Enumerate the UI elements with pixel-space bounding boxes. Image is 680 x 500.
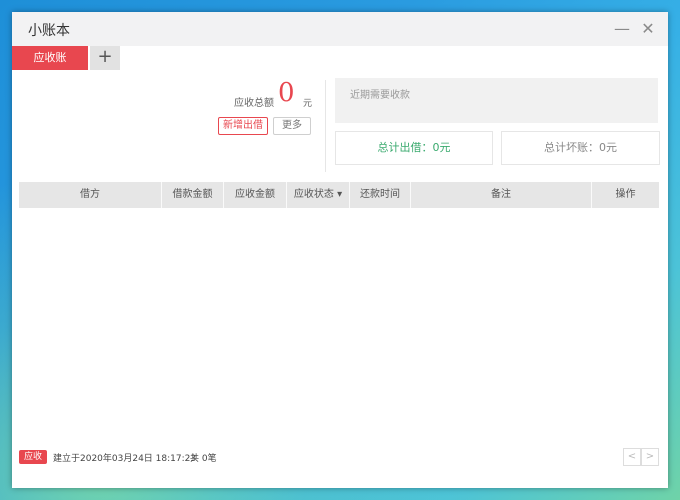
app-window: 小账本 — ✕ 应收账 + 应收总额 0 元 新增出借 更多 近期需要收款 总计… (12, 12, 668, 488)
divider (325, 80, 326, 172)
created-timestamp: 建立于2020年03月24日 18:17:23 (53, 454, 197, 464)
column-header-notes[interactable]: 备注 (411, 182, 592, 208)
record-count: 共 0笔 (190, 454, 217, 464)
minimize-icon[interactable]: — (611, 18, 633, 40)
add-tab-icon[interactable]: + (90, 46, 120, 70)
table-body (19, 208, 659, 446)
currency-unit: 元 (303, 99, 313, 109)
total-receivable-value: 0 (278, 78, 295, 108)
tab-bar: 应收账 + (12, 46, 668, 70)
column-header-borrower[interactable]: 借方 (19, 182, 162, 208)
more-button[interactable]: 更多 (273, 117, 311, 135)
total-receivable-label: 应收总额 (234, 98, 274, 109)
total-bad-debt-box: 总计坏账：0元 (501, 131, 660, 165)
window-title: 小账本 (28, 23, 70, 39)
column-header-receivable-amount[interactable]: 应收金额 (224, 182, 287, 208)
column-header-status[interactable]: 应收状态 ▾ (287, 182, 350, 208)
table-header: 借方 借款金额 应收金额 应收状态 ▾ 还款时间 备注 操作 (19, 182, 659, 208)
next-page-button[interactable]: > (641, 448, 659, 466)
prev-page-button[interactable]: < (623, 448, 641, 466)
recent-receipts-panel: 近期需要收款 (335, 78, 658, 123)
column-header-loan-amount[interactable]: 借款金额 (162, 182, 224, 208)
new-loan-button[interactable]: 新增出借 (218, 117, 268, 135)
column-header-repay-time[interactable]: 还款时间 (350, 182, 411, 208)
tab-receivables[interactable]: 应收账 (12, 46, 88, 70)
receivable-badge: 应收 (19, 450, 47, 464)
close-icon[interactable]: ✕ (637, 18, 659, 40)
title-bar[interactable]: 小账本 — ✕ (12, 12, 668, 47)
recent-receipts-label: 近期需要收款 (350, 90, 410, 101)
column-header-actions[interactable]: 操作 (592, 182, 659, 208)
total-lent-box: 总计出借：0元 (335, 131, 493, 165)
